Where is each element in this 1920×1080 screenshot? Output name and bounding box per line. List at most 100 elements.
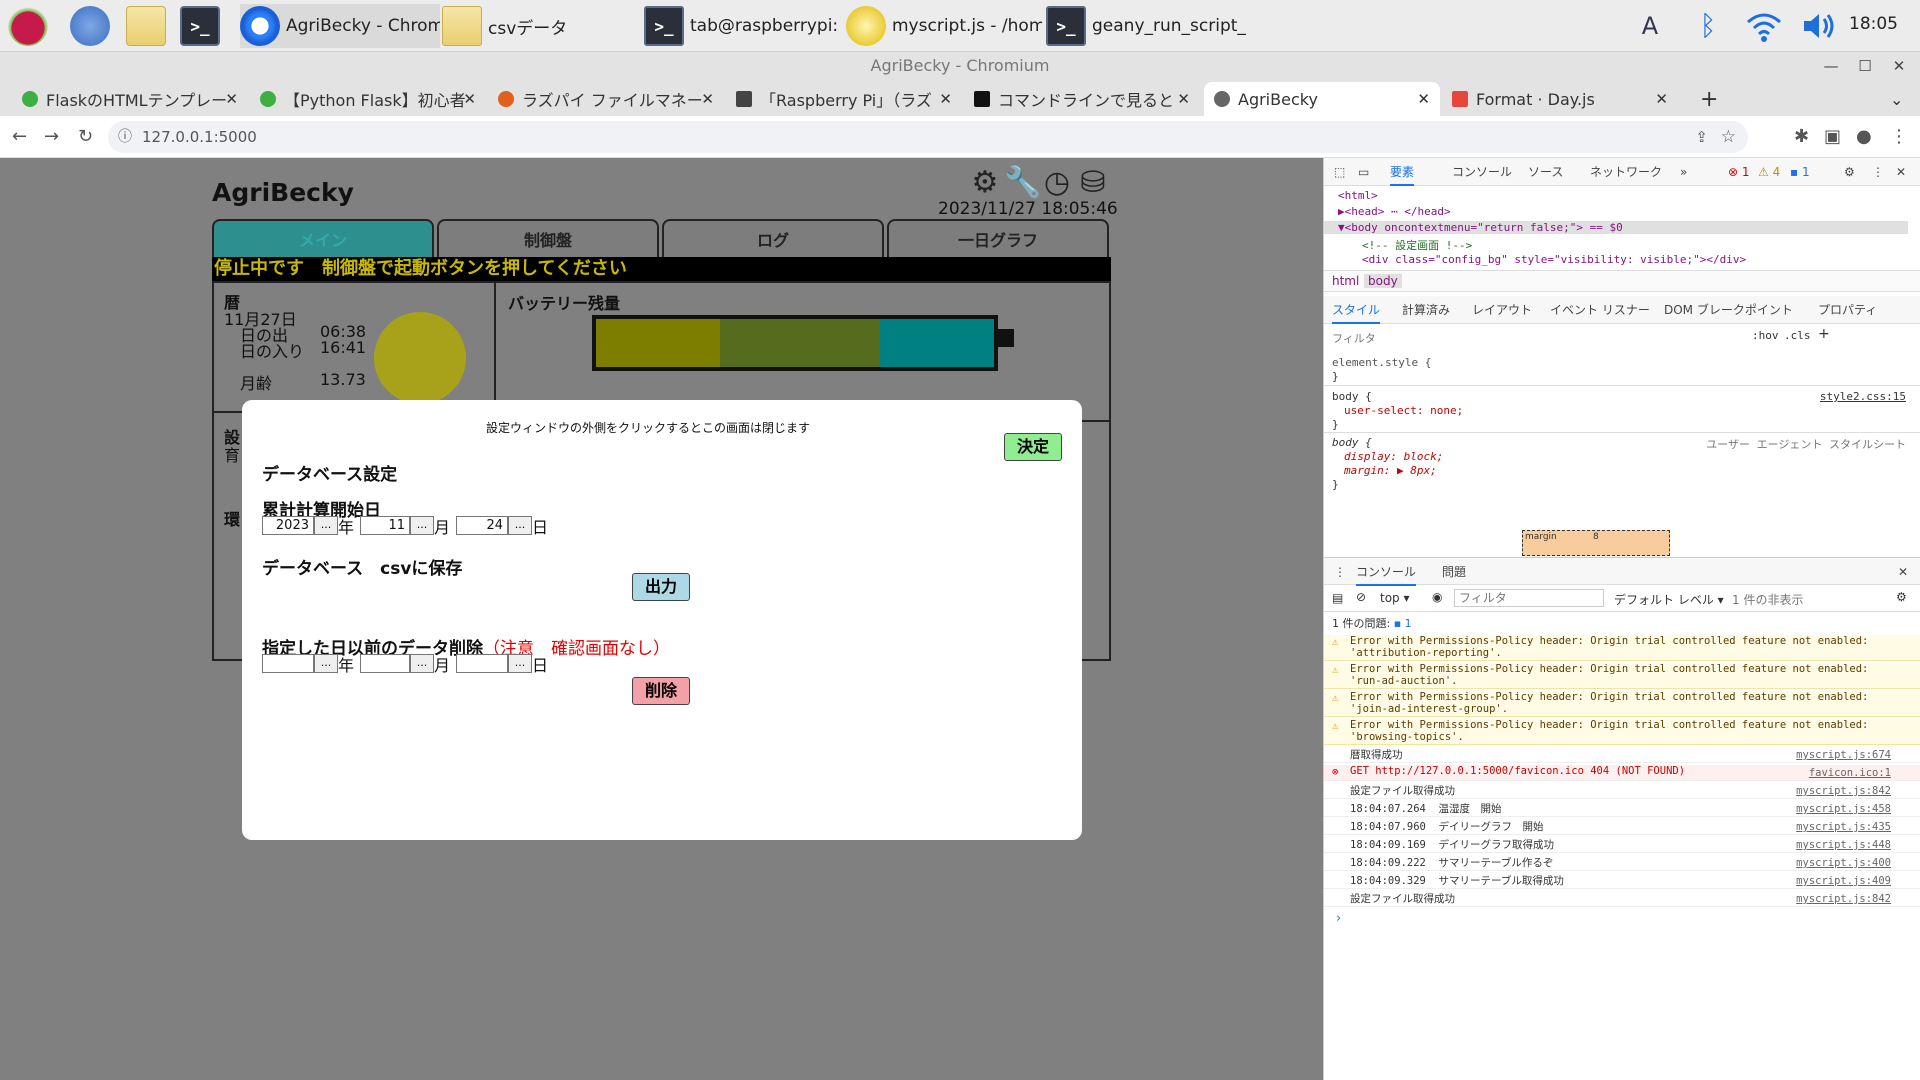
console-message[interactable]: ⊗ GET http://127.0.0.1:5000/favicon.ico 4… [1324, 765, 1920, 781]
tab-main[interactable]: メイン [212, 219, 434, 257]
console-message[interactable]: ⚠ Error with Permissions-Policy header: O… [1324, 719, 1920, 745]
console-message[interactable]: ⚠ Error with Permissions-Policy header: O… [1324, 663, 1920, 689]
console-message[interactable]: 18:04:07.264 温湿度 開始 myscript.js:458 [1324, 801, 1920, 817]
dom-line-selected[interactable]: ▼<body oncontextmenu="return false;"> ==… [1324, 221, 1908, 234]
delete-button[interactable]: 削除 [632, 677, 690, 705]
tab-close-icon[interactable]: ✕ [225, 90, 238, 108]
element-style-rule[interactable]: element.style { [1332, 356, 1431, 369]
dom-breakpoints-tab[interactable]: DOM ブレークポイント [1664, 296, 1793, 324]
tab-daily-graph[interactable]: 一日グラフ [887, 219, 1109, 257]
bluetooth-icon[interactable]: ᛒ [1688, 6, 1728, 46]
browser-tab[interactable]: FlaskのHTMLテンプレー ✕ [12, 82, 248, 116]
maximize-icon[interactable]: ☐ [1852, 52, 1878, 80]
delete-day-input[interactable] [456, 654, 508, 673]
browser-tab[interactable]: Format · Day.js ✕ [1442, 82, 1678, 116]
accum-day-picker-button[interactable]: ... [508, 516, 532, 535]
console-source-link[interactable]: myscript.js:409 [1796, 875, 1891, 887]
accum-day-input[interactable]: 24 [456, 516, 508, 535]
console-source-link[interactable]: myscript.js:842 [1796, 785, 1891, 797]
console-source-link[interactable]: myscript.js:458 [1796, 803, 1891, 815]
console-source-link[interactable]: myscript.js:448 [1796, 839, 1891, 851]
drawer-close-icon[interactable]: ✕ [1898, 558, 1908, 586]
database-icon[interactable]: ⛁ [1076, 166, 1110, 200]
console-source-link[interactable]: myscript.js:435 [1796, 821, 1891, 833]
console-message[interactable]: 設定ファイル取得成功 myscript.js:842 [1324, 891, 1920, 907]
dom-line[interactable]: <!-- 設定画面 !--> [1362, 237, 1472, 253]
devtools-tab-sources[interactable]: ソース [1528, 158, 1563, 186]
tab-control-panel[interactable]: 制御盤 [437, 219, 659, 257]
tab-close-icon[interactable]: ✕ [1177, 90, 1190, 108]
styles-tab[interactable]: スタイル [1332, 296, 1381, 324]
console-sidebar-icon[interactable]: ▤ [1332, 591, 1343, 605]
tab-list-chevron-icon[interactable]: ⌄ [1880, 82, 1910, 116]
console-message[interactable]: 18:04:09.222 サマリーテーブル作るぞ myscript.js:400 [1324, 855, 1920, 871]
tab-close-icon[interactable]: ✕ [1417, 90, 1430, 108]
browser-tab[interactable]: コマンドラインで見ると ✕ [964, 82, 1200, 116]
taskbar-app-geany-run[interactable]: >_ geany_run_script_0... [1046, 4, 1246, 48]
site-info-icon[interactable]: ⓘ [118, 121, 132, 153]
clock-icon[interactable]: ◷ [1040, 166, 1074, 200]
accum-month-input[interactable]: 11 [360, 516, 410, 535]
volume-icon[interactable] [1798, 6, 1838, 46]
devtools-menu-icon[interactable]: ⋮ [1872, 158, 1884, 186]
devtools-tab-network[interactable]: ネットワーク [1590, 158, 1662, 186]
info-count-badge[interactable]: ▪ 1 [1790, 158, 1810, 186]
accum-month-picker-button[interactable]: ... [410, 516, 434, 535]
terminal-launcher-icon[interactable]: >_ [180, 6, 220, 46]
devtools-close-icon[interactable]: ✕ [1896, 158, 1906, 186]
hov-toggle[interactable]: :hov [1752, 329, 1779, 342]
devtools-tab-console[interactable]: コンソール [1452, 158, 1512, 186]
console-message[interactable]: 18:04:09.169 デイリーグラフ取得成功 myscript.js:448 [1324, 837, 1920, 853]
styles-filter-input[interactable]: フィルタ [1332, 330, 1376, 346]
context-select[interactable]: top ▾ [1380, 591, 1410, 605]
browser-tab[interactable]: 【Python Flask】初心者 ✕ [250, 82, 486, 116]
console-prompt[interactable]: › [1336, 911, 1341, 926]
console-message[interactable]: ⚠ Error with Permissions-Policy header: O… [1324, 691, 1920, 717]
tab-close-icon[interactable]: ✕ [701, 90, 714, 108]
add-rule-icon[interactable]: + [1818, 326, 1830, 342]
address-bar[interactable]: ⓘ 127.0.0.1:5000 ⇪ ☆ [108, 121, 1748, 153]
taskbar-app-terminal[interactable]: >_ tab@raspberrypi: ... [644, 4, 844, 48]
output-button[interactable]: 出力 [632, 573, 690, 601]
menu-kebab-icon[interactable]: ⋮ [1890, 126, 1908, 147]
layout-tab[interactable]: レイアウト [1472, 296, 1532, 324]
breadcrumb-item[interactable]: html [1332, 274, 1359, 288]
bookmark-star-icon[interactable]: ☆ [1721, 121, 1736, 153]
new-tab-button[interactable]: + [1690, 82, 1722, 116]
delete-year-input[interactable] [262, 654, 314, 673]
properties-tab[interactable]: プロパティ [1818, 296, 1877, 324]
console-message[interactable]: 設定ファイル取得成功 myscript.js:842 [1324, 783, 1920, 799]
console-message[interactable]: 暦取得成功 myscript.js:674 [1324, 747, 1920, 763]
css-rule-source[interactable]: style2.css:15 [1820, 390, 1906, 403]
keyboard-layout-icon[interactable]: A [1630, 6, 1670, 46]
drawer-tab-console[interactable]: コンソール [1356, 558, 1417, 586]
css-rule-selector[interactable]: body { [1332, 436, 1372, 449]
console-message[interactable]: ⚠ Error with Permissions-Policy header: O… [1324, 635, 1920, 661]
delete-month-input[interactable] [360, 654, 410, 673]
tab-log[interactable]: ログ [662, 219, 884, 257]
dom-line[interactable]: <div class="config_bg" style="visibility… [1362, 253, 1746, 266]
device-toggle-icon[interactable]: ▭ [1358, 158, 1369, 186]
delete-year-picker-button[interactable]: ... [314, 654, 338, 673]
inspect-icon[interactable]: ⬚ [1334, 158, 1345, 186]
reload-icon[interactable]: ↻ [78, 126, 93, 147]
devtools-tab-elements[interactable]: 要素 [1390, 158, 1415, 186]
web-browser-icon[interactable] [70, 6, 110, 46]
css-property[interactable]: user-select: none; [1344, 404, 1463, 417]
clear-console-icon[interactable]: ⊘ [1356, 590, 1366, 604]
drawer-menu-icon[interactable]: ⋮ [1334, 558, 1346, 586]
extensions-icon[interactable]: ✱ [1794, 126, 1809, 147]
tab-close-icon[interactable]: ✕ [1655, 90, 1668, 108]
css-rule-selector[interactable]: body { [1332, 390, 1372, 403]
delete-month-picker-button[interactable]: ... [410, 654, 434, 673]
confirm-button[interactable]: 決定 [1004, 433, 1062, 461]
taskbar-app-chromium[interactable]: AgriBecky - Chromi... [240, 4, 440, 48]
raspberry-menu-icon[interactable] [8, 6, 48, 46]
browser-tab[interactable]: ラズパイ ファイルマネー ✕ [488, 82, 724, 116]
error-count-badge[interactable]: ⊗ 1 [1728, 158, 1750, 186]
accum-year-picker-button[interactable]: ... [314, 516, 338, 535]
side-panel-icon[interactable]: ▣ [1824, 126, 1841, 147]
taskbar-app-geany[interactable]: myscript.js - /hom... [846, 4, 1042, 48]
dom-line[interactable]: <html> [1338, 189, 1378, 202]
console-message[interactable]: 18:04:09.329 サマリーテーブル取得成功 myscript.js:409 [1324, 873, 1920, 889]
